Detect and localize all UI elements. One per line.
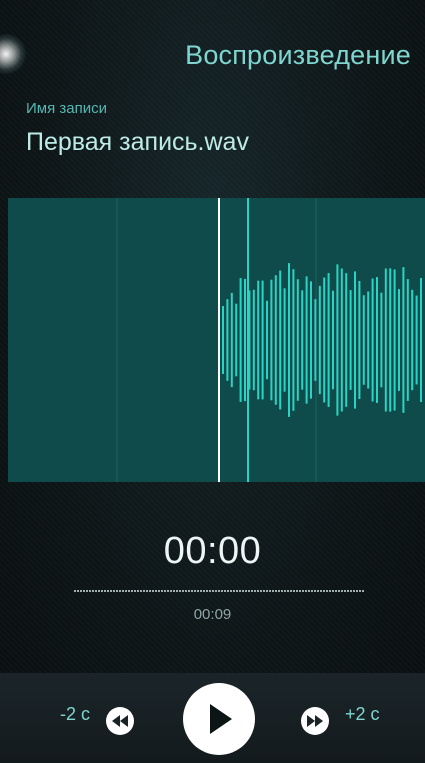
waveform-bar bbox=[327, 273, 330, 407]
waveform-bar bbox=[274, 275, 277, 405]
fast-forward-button[interactable] bbox=[301, 707, 329, 735]
waveform-bar bbox=[222, 306, 224, 374]
play-icon bbox=[210, 704, 232, 734]
pulley-glow-indicator bbox=[0, 34, 26, 74]
waveform-bar bbox=[411, 289, 414, 391]
waveform-bar bbox=[257, 280, 260, 400]
skip-back-label: -2 с bbox=[60, 704, 91, 724]
waveform-bar bbox=[371, 278, 374, 402]
waveform-bar bbox=[266, 300, 268, 380]
waveform-bar bbox=[288, 263, 290, 417]
waveform-bar bbox=[323, 277, 326, 403]
recording-name-label: Имя записи bbox=[26, 100, 107, 117]
current-time: 00:00 bbox=[163, 530, 262, 572]
waveform-bar bbox=[239, 278, 242, 402]
waveform-bar bbox=[244, 278, 246, 402]
fast-forward-icon bbox=[307, 715, 323, 727]
playback-controls: -2 с +2 с bbox=[0, 673, 425, 763]
waveform-bar bbox=[296, 279, 299, 401]
waveform-bar bbox=[384, 268, 387, 412]
waveform-bar bbox=[314, 299, 317, 381]
waveform-bar bbox=[270, 279, 273, 401]
waveform-bar bbox=[415, 295, 418, 385]
waveform-bar bbox=[292, 269, 295, 411]
waveform-bar bbox=[340, 268, 343, 412]
waveform-bar bbox=[332, 290, 334, 390]
waveform-bar bbox=[380, 292, 383, 388]
waveform-bar bbox=[354, 271, 356, 409]
play-button[interactable] bbox=[183, 683, 255, 755]
total-duration: 00:09 bbox=[193, 606, 232, 623]
waveform-bar bbox=[345, 273, 348, 407]
rewind-button[interactable] bbox=[106, 707, 134, 735]
waveform-bar bbox=[226, 299, 229, 381]
rewind-icon bbox=[112, 715, 128, 727]
playhead-line[interactable] bbox=[218, 198, 220, 482]
page-title: Воспроизведение bbox=[185, 40, 411, 70]
playback-progress-bar[interactable] bbox=[74, 590, 364, 592]
waveform-bar bbox=[336, 264, 339, 416]
waveform-bar bbox=[301, 290, 304, 390]
waveform-bar bbox=[349, 290, 352, 390]
waveform-bar bbox=[389, 268, 392, 412]
waveform-bar bbox=[279, 270, 282, 410]
player-screen: Воспроизведение Имя записи Первая запись… bbox=[0, 0, 425, 763]
waveform-view[interactable] bbox=[8, 198, 425, 482]
waveform-bar bbox=[310, 281, 312, 399]
waveform-bar bbox=[358, 280, 361, 400]
waveform-bar bbox=[261, 280, 264, 400]
position-marker-line bbox=[247, 198, 249, 482]
waveform-bar bbox=[252, 289, 255, 391]
waveform-bar bbox=[235, 303, 238, 377]
waveform-bar bbox=[420, 278, 422, 402]
waveform-graph bbox=[116, 198, 422, 482]
waveform-bar bbox=[283, 288, 286, 392]
waveform-bar bbox=[406, 279, 409, 401]
waveform-bar bbox=[318, 285, 321, 395]
waveform-bar bbox=[367, 291, 370, 389]
waveform-bar bbox=[402, 267, 405, 413]
skip-forward-label: +2 с bbox=[345, 704, 380, 724]
waveform-bar bbox=[376, 277, 378, 403]
recording-name: Первая запись.wav bbox=[26, 128, 249, 156]
waveform-bar bbox=[398, 289, 400, 391]
waveform-bar bbox=[393, 269, 396, 411]
waveform-bar bbox=[305, 276, 308, 404]
waveform-bar bbox=[230, 292, 233, 388]
waveform-bar bbox=[362, 295, 365, 385]
